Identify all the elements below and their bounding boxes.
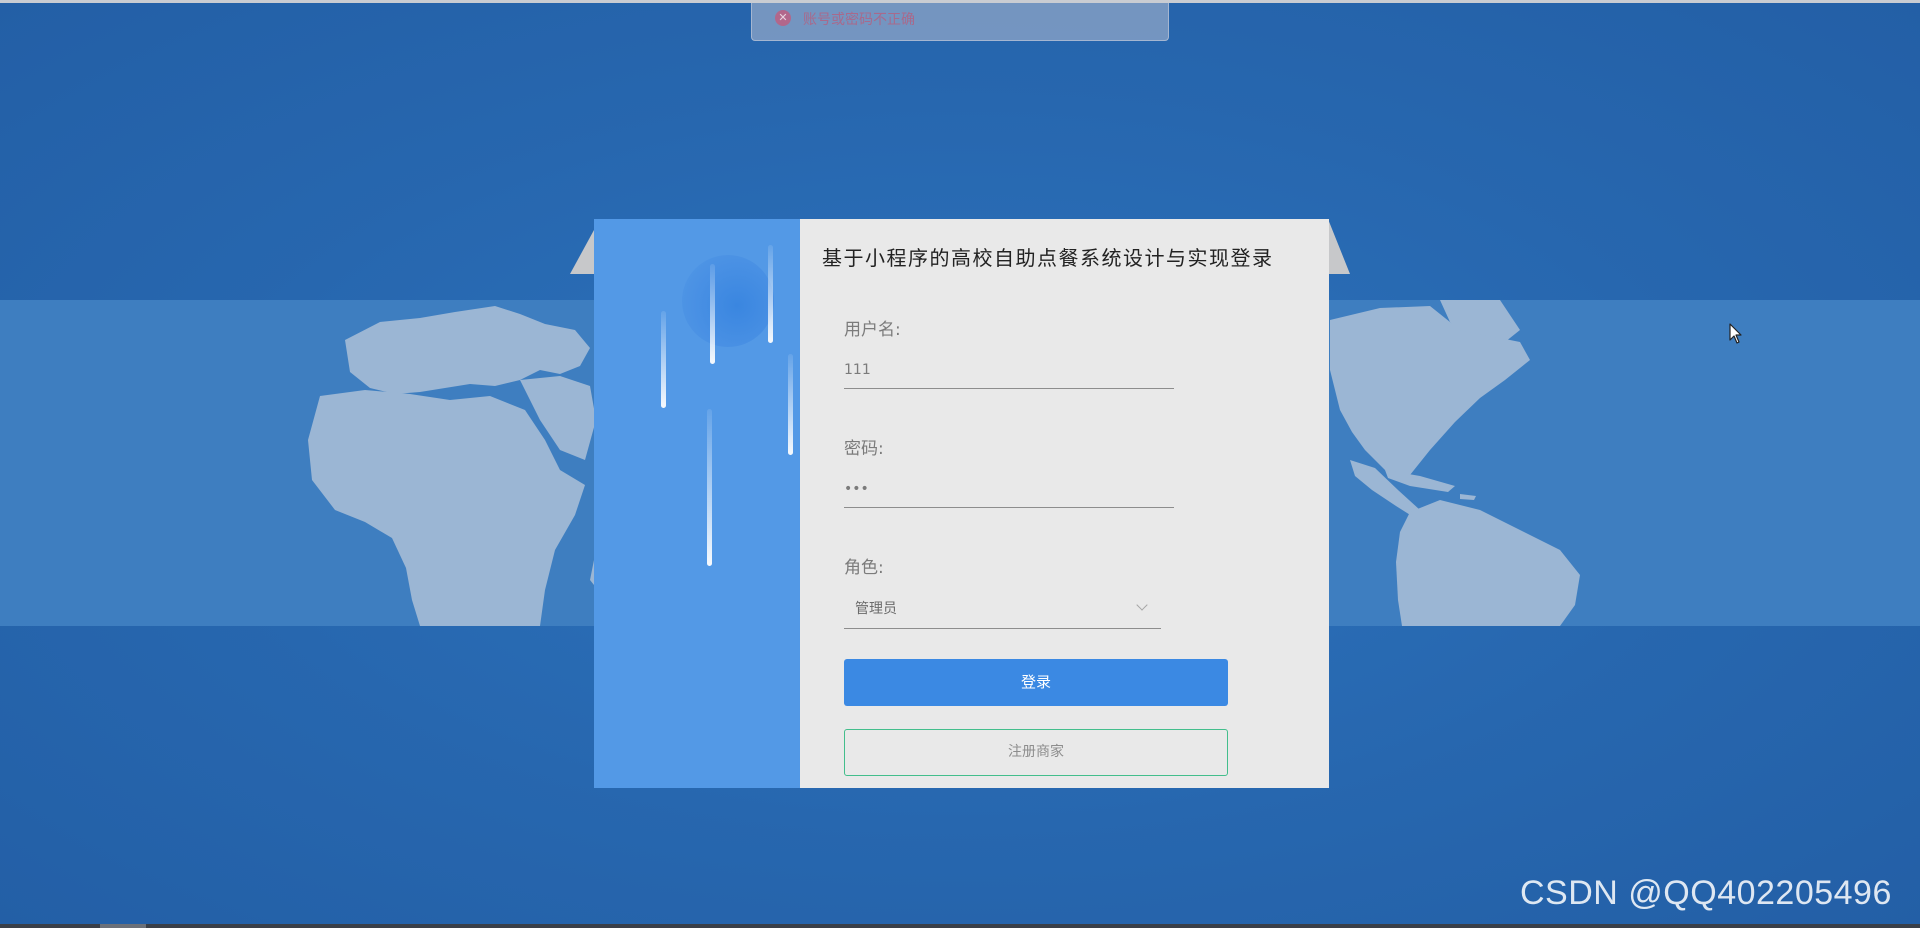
username-label: 用户名: [844,320,901,340]
decorative-streak [788,354,793,455]
error-toast: ✕ 账号或密码不正确 [751,3,1169,41]
error-circle-icon: ✕ [775,10,791,26]
decorative-streak [710,264,715,364]
username-input[interactable] [844,352,1174,389]
login-button[interactable]: 登录 [844,659,1228,706]
watermark: CSDN @QQ402205496 [1520,874,1892,912]
password-input[interactable] [844,471,1174,508]
role-select[interactable]: 管理员 [844,589,1161,629]
login-title: 基于小程序的高校自助点餐系统设计与实现登录 [822,246,1274,270]
toast-message: 账号或密码不正确 [803,12,915,28]
role-label: 角色: [844,558,884,578]
decorative-panel [594,219,800,788]
register-merchant-button[interactable]: 注册商家 [844,729,1228,776]
bottom-scrollbar-track [0,924,1920,928]
card-ribbon-right [1328,219,1350,274]
decorative-bubble [682,255,774,347]
decorative-streak [707,409,712,566]
chevron-down-icon [1136,599,1148,611]
password-label: 密码: [844,439,884,459]
login-page: ✕ 账号或密码不正确 基于小程序的高校自助点餐系统设计与实现登录 用户名: 密码… [0,0,1920,928]
mouse-pointer-icon [1729,323,1742,344]
role-select-value: 管理员 [855,601,897,617]
decorative-streak [661,311,666,408]
login-card: 基于小程序的高校自助点餐系统设计与实现登录 用户名: 密码: 角色: 管理员 登… [594,219,1329,788]
bottom-scrollbar-thumb[interactable] [100,924,146,928]
decorative-streak [768,245,773,343]
